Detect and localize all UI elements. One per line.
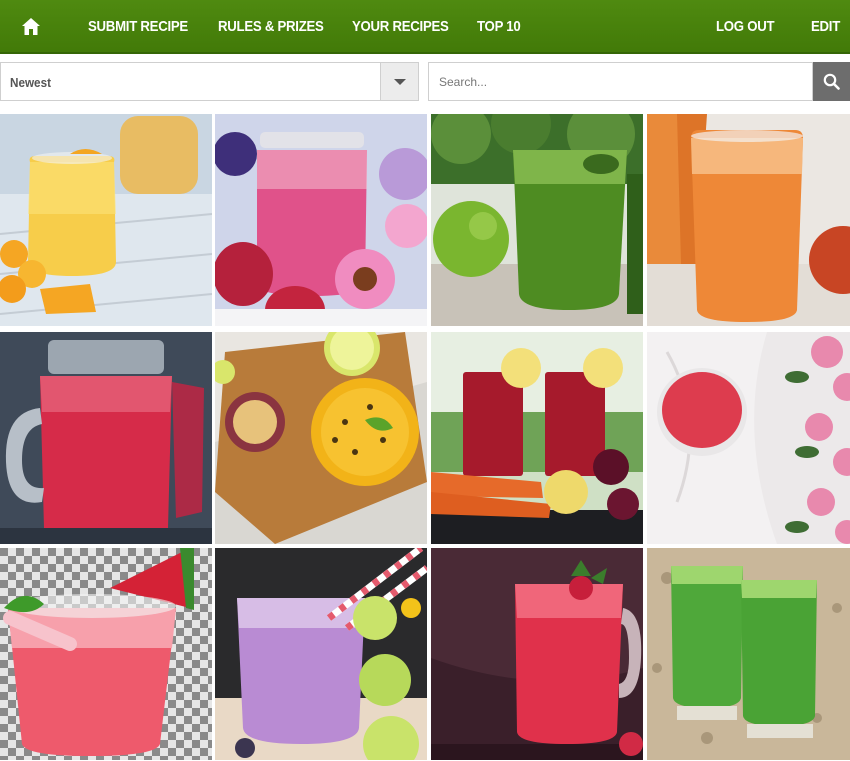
nav-edit[interactable]: Edit (811, 0, 840, 54)
carrot-juice-image (647, 114, 850, 326)
recipe-card-red-berry-smoothie[interactable] (647, 332, 850, 544)
passion-fruit-smoothie-image (215, 332, 427, 544)
recipe-card-passion-fruit-smoothie[interactable] (215, 332, 427, 544)
red-berry-smoothie-image (647, 332, 850, 544)
recipe-card-watermelon-slush-jar[interactable] (0, 332, 212, 544)
sort-select[interactable]: Newest (0, 62, 419, 101)
home-icon[interactable] (22, 18, 40, 35)
chevron-down-icon (394, 79, 406, 85)
recipe-card-watermelon-mint-slush[interactable] (0, 548, 212, 760)
recipe-card-purple-smoothie[interactable] (215, 548, 427, 760)
nav-log-out[interactable]: Log Out (716, 0, 775, 54)
green-smoothie-pair-image (647, 548, 850, 760)
pink-raspberry-smoothie-image (215, 114, 427, 326)
search-button[interactable] (813, 62, 850, 101)
raspberry-mug-image (431, 548, 643, 760)
beet-carrot-juice-image (431, 332, 643, 544)
green-apple-smoothie-image (431, 114, 643, 326)
search-icon (823, 73, 840, 90)
recipe-card-pink-raspberry-smoothie[interactable] (215, 114, 427, 326)
recipe-card-green-apple-smoothie[interactable] (431, 114, 643, 326)
recipe-grid (0, 114, 850, 761)
recipe-card-mango-smoothie[interactable] (0, 114, 212, 326)
top-navbar: Submit Recipe Rules & Prizes Your Recipe… (0, 0, 850, 54)
recipe-card-green-smoothie-pair[interactable] (647, 548, 850, 760)
watermelon-mint-slush-image (0, 548, 212, 760)
sort-dropdown-button[interactable] (380, 63, 418, 100)
recipe-card-carrot-juice[interactable] (647, 114, 850, 326)
recipe-card-beet-carrot-juice[interactable] (431, 332, 643, 544)
watermelon-slush-image (0, 332, 212, 544)
mango-smoothie-image (0, 114, 212, 326)
recipe-card-raspberry-mug[interactable] (431, 548, 643, 760)
nav-your-recipes[interactable]: Your Recipes (352, 0, 449, 54)
search-box (428, 62, 850, 101)
nav-rules-prizes[interactable]: Rules & Prizes (218, 0, 324, 54)
search-input[interactable] (428, 62, 813, 101)
filter-bar: Newest (0, 62, 850, 102)
nav-top-10[interactable]: Top 10 (477, 0, 521, 54)
sort-selected-value: Newest (10, 75, 51, 90)
purple-smoothie-image (215, 548, 427, 760)
nav-submit-recipe[interactable]: Submit Recipe (88, 0, 188, 54)
